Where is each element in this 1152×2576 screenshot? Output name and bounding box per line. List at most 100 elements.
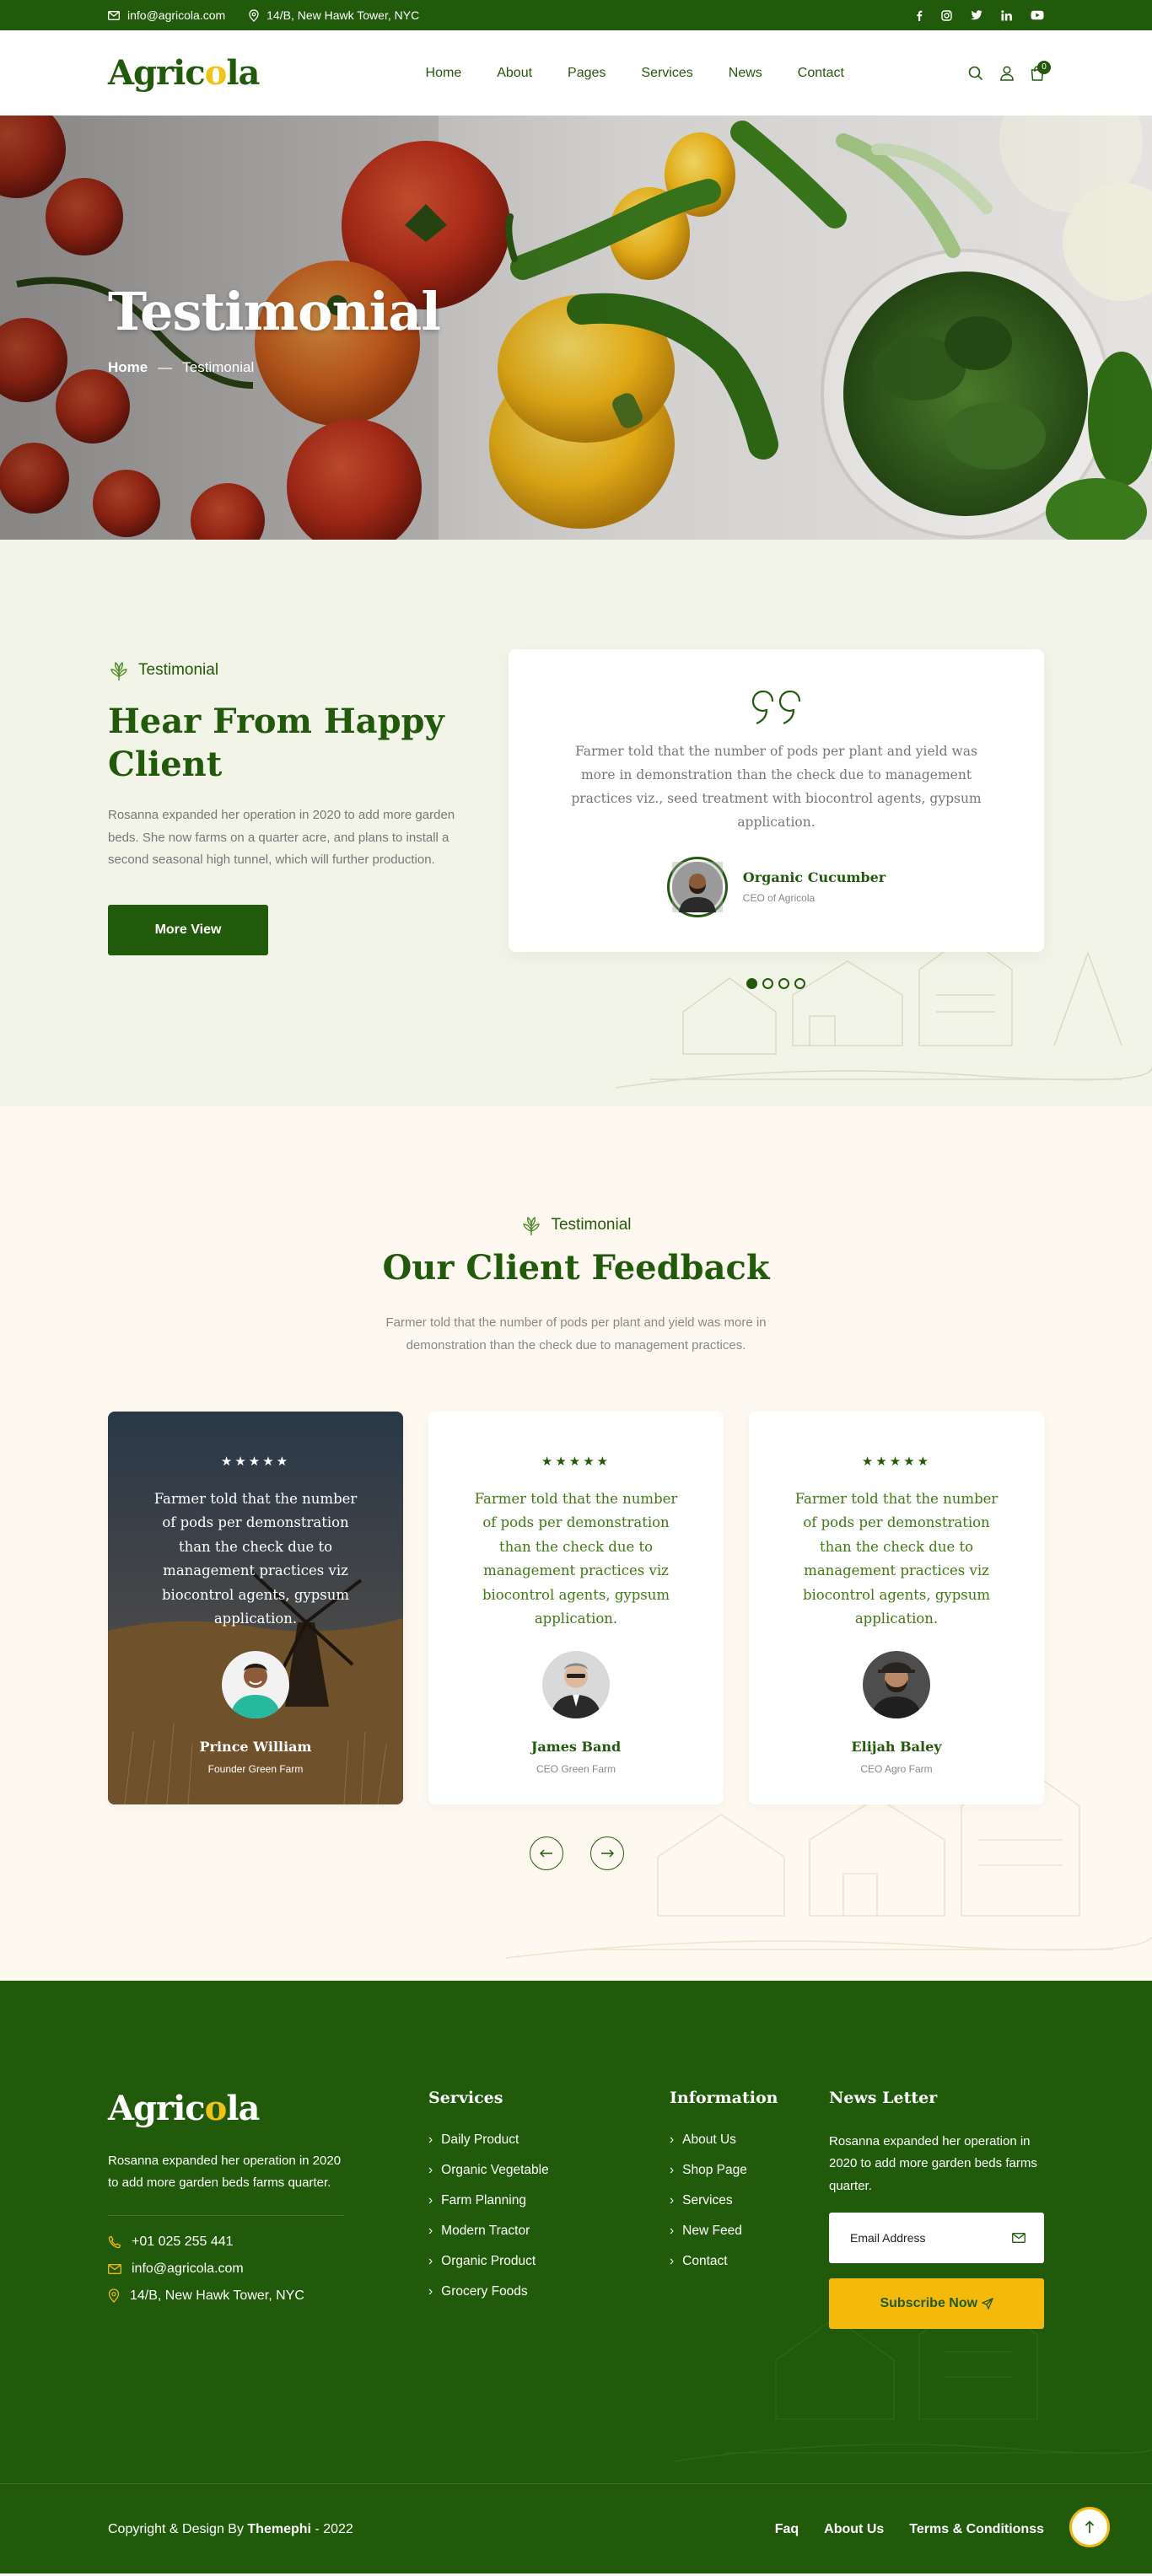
- footer-email[interactable]: info@agricola.com: [108, 2261, 344, 2277]
- avatar: [666, 856, 728, 917]
- footer-services-item[interactable]: › Grocery Foods: [428, 2284, 549, 2299]
- section-tag: Testimonial: [108, 1214, 1044, 1236]
- avatar: [222, 1651, 289, 1719]
- prev-arrow-button[interactable]: [530, 1837, 563, 1870]
- footer-services-heading: Services: [428, 2089, 503, 2107]
- nav-services[interactable]: Services: [641, 66, 692, 81]
- wheat-icon: [523, 1216, 541, 1235]
- section-description: Rosanna expanded her operation in 2020 t…: [108, 808, 455, 867]
- section-tag: Testimonial: [108, 659, 487, 681]
- carousel-dot-4[interactable]: [794, 978, 805, 989]
- copyright-brand[interactable]: Themephi: [247, 2522, 311, 2536]
- subscribe-button[interactable]: Subscribe Now: [829, 2278, 1044, 2329]
- avatar: [863, 1651, 930, 1719]
- facebook-icon[interactable]: [916, 10, 923, 21]
- mail-icon: [108, 10, 120, 20]
- section-tag-label: Testimonial: [551, 1216, 632, 1234]
- site-header: Agric o la Home About Pages Services News …: [0, 30, 1152, 116]
- footer-link-label: Contact: [682, 2254, 728, 2268]
- footer-link-faq[interactable]: Faq: [775, 2522, 799, 2537]
- nav-news[interactable]: News: [729, 66, 762, 81]
- testimonial-quote-card: Farmer told that the number of pods per …: [509, 649, 1044, 952]
- logo-accent-letter: o: [204, 2089, 228, 2128]
- footer-link-label: Daily Product: [441, 2132, 519, 2147]
- footer-link-terms[interactable]: Terms & Conditionss: [909, 2522, 1044, 2537]
- arrow-right-icon: [601, 1849, 614, 1858]
- nav-home[interactable]: Home: [426, 66, 462, 81]
- nav-about[interactable]: About: [497, 66, 532, 81]
- footer-link-label: Services: [682, 2193, 733, 2208]
- carousel-dot-3[interactable]: [778, 978, 789, 989]
- footer-services-item[interactable]: › Farm Planning: [428, 2193, 549, 2208]
- footer-info-item[interactable]: › New Feed: [670, 2224, 778, 2239]
- feedback-author-role: CEO Agro Farm: [860, 1763, 933, 1776]
- topbar-address-text: 14/B, New Hawk Tower, NYC: [266, 8, 420, 22]
- nav-contact[interactable]: Contact: [798, 66, 844, 81]
- footer-services-item[interactable]: › Daily Product: [428, 2132, 549, 2148]
- footer-info-item[interactable]: › Services: [670, 2193, 778, 2208]
- scroll-to-top-button[interactable]: [1069, 2507, 1110, 2547]
- topbar-email-text: info@agricola.com: [127, 8, 226, 22]
- linkedin-icon[interactable]: [1001, 9, 1012, 21]
- footer-link-label: About Us: [682, 2132, 736, 2147]
- next-arrow-button[interactable]: [590, 1837, 624, 1870]
- location-pin-icon: [108, 2288, 120, 2303]
- youtube-icon[interactable]: [1031, 10, 1044, 20]
- cart-button[interactable]: 0: [1031, 60, 1051, 81]
- footer-services-item[interactable]: › Organic Product: [428, 2254, 549, 2269]
- footer-services-item[interactable]: › Organic Vegetable: [428, 2163, 549, 2178]
- footer-link-label: Modern Tractor: [441, 2224, 530, 2238]
- main-nav: Home About Pages Services News Contact: [426, 66, 844, 81]
- logo-accent-letter: o: [204, 53, 228, 93]
- chevron-right-icon: ›: [670, 2224, 675, 2238]
- footer-email-text: info@agricola.com: [132, 2261, 244, 2276]
- carousel-dots: [746, 978, 805, 989]
- chevron-right-icon: ›: [428, 2163, 433, 2177]
- footer-info-item[interactable]: › Contact: [670, 2254, 778, 2269]
- section-tag-label: Testimonial: [138, 661, 219, 679]
- carousel-dot-1[interactable]: [746, 978, 757, 989]
- more-view-button[interactable]: More View: [108, 905, 268, 956]
- chevron-right-icon: ›: [428, 2254, 433, 2268]
- copyright-text: Copyright & Design By Themephi - 2022: [108, 2522, 353, 2537]
- footer-info-item[interactable]: › Shop Page: [670, 2163, 778, 2178]
- footer-link-about-us[interactable]: About Us: [824, 2522, 884, 2537]
- logo-part-1: Agric: [108, 2089, 206, 2128]
- footer-services-item[interactable]: › Modern Tractor: [428, 2224, 549, 2239]
- feedback-author-name: James Band: [530, 1739, 622, 1756]
- user-icon[interactable]: [1000, 65, 1014, 81]
- newsletter-email-input[interactable]: Email Address: [829, 2212, 1044, 2263]
- topbar-address: 14/B, New Hawk Tower, NYC: [249, 8, 419, 22]
- feedback-author-role: Founder Green Farm: [207, 1763, 304, 1776]
- avatar: [542, 1651, 610, 1719]
- footer-address-text: 14/B, New Hawk Tower, NYC: [130, 2288, 304, 2303]
- search-icon[interactable]: [968, 66, 983, 81]
- chevron-right-icon: ›: [428, 2284, 433, 2299]
- top-bar: info@agricola.com 14/B, New Hawk Tower, …: [0, 0, 1152, 30]
- instagram-icon[interactable]: [941, 9, 952, 21]
- quote-icon: [751, 690, 803, 727]
- breadcrumb-home[interactable]: Home: [108, 359, 148, 376]
- footer-logo[interactable]: Agricola: [108, 2089, 344, 2128]
- footer-link-label: Grocery Foods: [441, 2284, 528, 2299]
- feedback-card-2: ★★★★★ Farmer told that the number of pod…: [428, 1412, 724, 1804]
- twitter-icon[interactable]: [971, 10, 982, 20]
- carousel-dot-2[interactable]: [762, 978, 773, 989]
- footer-information-heading: Information: [670, 2089, 778, 2107]
- rating-stars: ★★★★★: [861, 1455, 932, 1469]
- site-logo[interactable]: Agric o la: [108, 53, 260, 93]
- send-icon: [981, 2297, 993, 2310]
- footer-phone-text: +01 025 255 441: [132, 2234, 234, 2249]
- footer-link-label: Organic Vegetable: [441, 2163, 549, 2177]
- breadcrumb-separator: —: [158, 359, 173, 375]
- section-description: Farmer told that the number of pods per …: [385, 1315, 767, 1353]
- nav-pages[interactable]: Pages: [568, 66, 606, 81]
- topbar-email[interactable]: info@agricola.com: [108, 8, 225, 22]
- footer-link-label: Shop Page: [682, 2163, 747, 2177]
- section-title: Hear From Happy Client: [108, 702, 444, 785]
- chevron-right-icon: ›: [670, 2254, 675, 2268]
- footer-phone[interactable]: +01 025 255 441: [108, 2235, 344, 2250]
- footer-bottom-bar: Copyright & Design By Themephi - 2022 Fa…: [0, 2483, 1152, 2573]
- mail-icon: [1012, 2232, 1025, 2243]
- footer-info-item[interactable]: › About Us: [670, 2132, 778, 2148]
